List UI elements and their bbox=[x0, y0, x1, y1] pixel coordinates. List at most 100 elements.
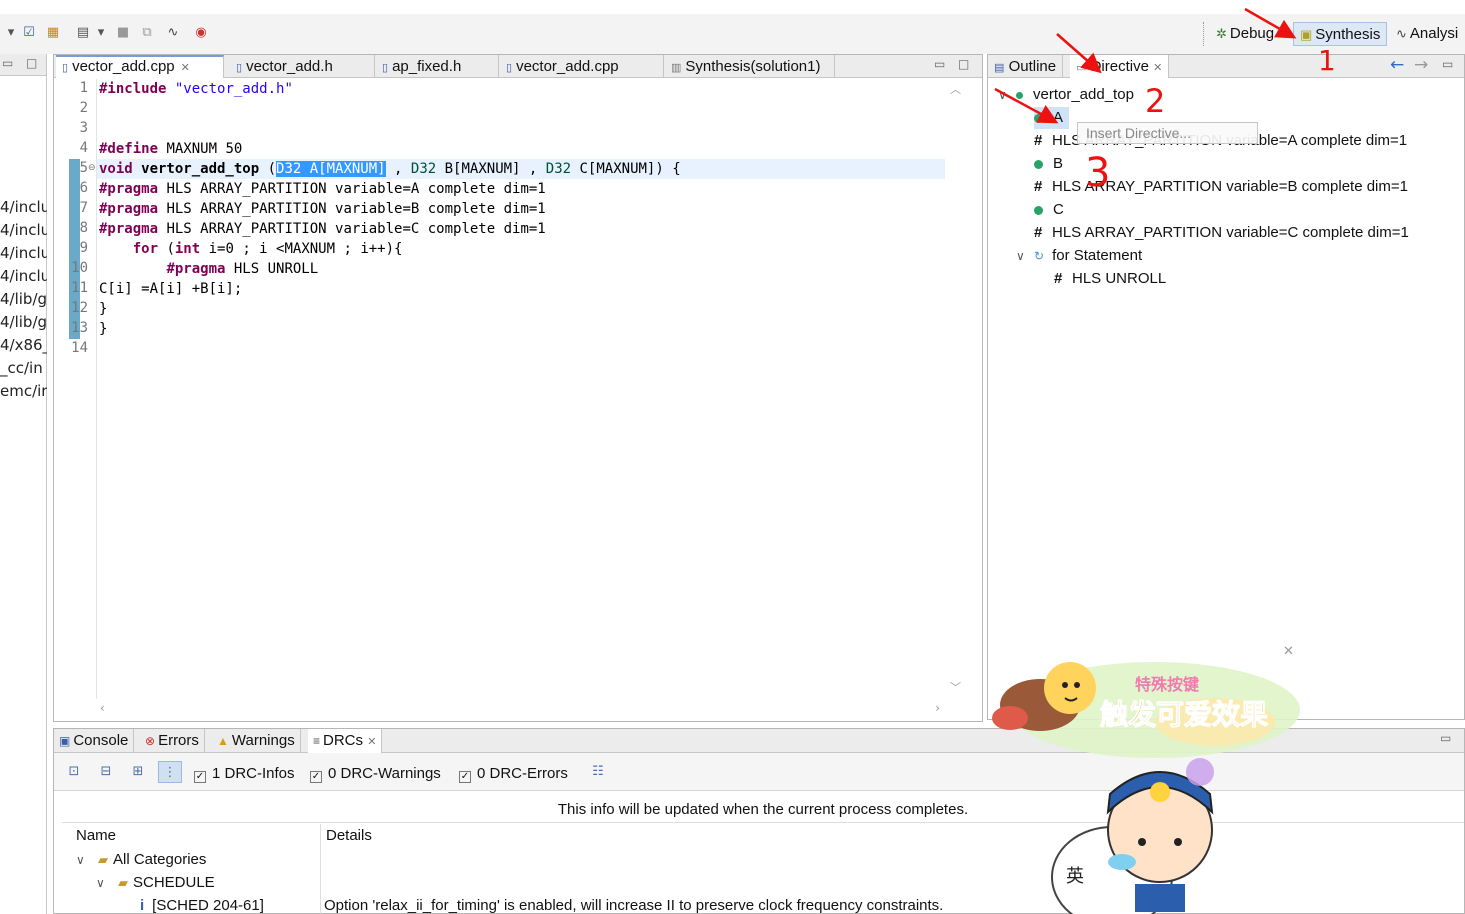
table-row[interactable]: i [SCHED 204-61] bbox=[140, 894, 264, 914]
tree-item-for-loop[interactable]: ∨ ↻ for Statement bbox=[1016, 245, 1142, 267]
checkbox-icon[interactable]: ✓ bbox=[459, 771, 471, 783]
code-line-4: #define MAXNUM 50 bbox=[99, 141, 243, 157]
editor-tab-vector-add-cpp[interactable]: ▯ vector_add.cpp ✕ bbox=[56, 55, 224, 78]
tree-root-function[interactable]: ∨ vertor_add_top bbox=[998, 84, 1134, 106]
code-line-9: for (int i=0 ; i <MAXNUM ; i++){ bbox=[132, 241, 403, 257]
expand-all-icon[interactable]: ⊞ bbox=[126, 761, 150, 783]
code-area[interactable]: #include "vector_add.h" #define MAXNUM 5… bbox=[96, 79, 948, 699]
fold-collapse-icon[interactable]: ⊖ bbox=[88, 163, 96, 173]
directive-panel: ▤ Outline ▭ Directive ✕ ← → ▭ ∨ vertor_ad… bbox=[987, 54, 1465, 720]
explorer-panel: ▭ □ 4/inclu 4/inclu 4/inclu 4/inclu 4/li… bbox=[0, 54, 47, 914]
chevron-down-icon[interactable]: ∨ bbox=[96, 872, 118, 895]
vertical-scrollbar[interactable]: ︿ ﹀ bbox=[948, 79, 962, 699]
hierarchy-icon[interactable]: ⋮ bbox=[158, 761, 182, 783]
explorer-item[interactable]: 4/lib/g bbox=[0, 313, 47, 331]
explorer-panel-header: ▭ □ bbox=[0, 54, 46, 76]
minimize-icon[interactable]: ▭ bbox=[934, 57, 945, 71]
maximize-icon[interactable]: □ bbox=[958, 57, 969, 71]
checklist-icon[interactable]: ☑ bbox=[20, 24, 38, 42]
tab-console[interactable]: ▣ Console bbox=[54, 729, 135, 753]
column-header-details[interactable]: Details bbox=[326, 824, 372, 848]
explorer-item[interactable]: _cc/in bbox=[0, 359, 47, 377]
chevron-down-icon[interactable]: ∨ bbox=[1016, 245, 1034, 267]
filter-drc-warnings[interactable]: ✓ 0 DRC-Warnings bbox=[310, 765, 441, 783]
maximize-icon[interactable]: □ bbox=[26, 56, 37, 70]
horizontal-scrollbar[interactable]: ‹ › bbox=[96, 701, 948, 717]
column-header-name[interactable]: Name bbox=[76, 824, 116, 848]
close-icon[interactable]: ✕ bbox=[367, 736, 376, 748]
editor-tab-vector-add-h[interactable]: ▯ vector_add.h bbox=[230, 55, 375, 78]
line-number: 13 bbox=[71, 320, 88, 336]
tree-item-variable-a[interactable]: A bbox=[1034, 107, 1070, 129]
perspective-synthesis[interactable]: ▣ Synthesis bbox=[1293, 22, 1388, 46]
chevron-down-icon[interactable]: ∨ bbox=[76, 849, 98, 872]
help-icon[interactable]: ◉ bbox=[192, 24, 210, 42]
column-divider bbox=[320, 824, 321, 914]
checkbox-icon[interactable]: ✓ bbox=[310, 771, 322, 783]
filter-drc-errors[interactable]: ✓ 0 DRC-Errors bbox=[459, 765, 568, 783]
bug-icon: ✲ bbox=[1216, 26, 1227, 41]
explorer-item[interactable]: emc/ir bbox=[0, 382, 47, 400]
checkbox-icon[interactable]: ✓ bbox=[194, 771, 206, 783]
perspective-debug[interactable]: ✲ Debug bbox=[1210, 22, 1280, 46]
explorer-item[interactable]: 4/x86_ bbox=[0, 336, 47, 354]
tab-directive[interactable]: ▭ Directive ✕ bbox=[1070, 55, 1170, 78]
minimize-icon[interactable]: ▭ bbox=[2, 56, 13, 70]
analysis-icon[interactable]: ∿ bbox=[164, 24, 182, 42]
tree-item-variable-b[interactable]: B bbox=[1034, 153, 1063, 175]
explorer-item[interactable]: 4/inclu bbox=[0, 198, 47, 216]
close-icon[interactable]: ✕ bbox=[1153, 62, 1162, 74]
banner-caption: 特殊按键 bbox=[1135, 675, 1199, 694]
editor-tab-ap-fixed-h[interactable]: ▯ ap_fixed.h bbox=[376, 55, 499, 78]
forward-arrow-icon[interactable]: → bbox=[1414, 55, 1428, 75]
editor-tab-vector-add-cpp-2[interactable]: ▯ vector_add.cpp bbox=[500, 55, 664, 78]
text-selection: D32 A[MAXNUM] bbox=[276, 161, 386, 177]
explorer-item[interactable]: 4/inclu bbox=[0, 244, 47, 262]
minimize-icon[interactable]: ▭ bbox=[1440, 731, 1451, 745]
tab-drcs[interactable]: ≡ DRCs ✕ bbox=[308, 729, 383, 753]
function-icon bbox=[1016, 91, 1023, 99]
insert-directive-tooltip[interactable]: Insert Directive... bbox=[1077, 122, 1258, 144]
grid-icon[interactable]: ▦ bbox=[44, 24, 62, 42]
editor-tab-bar: ▯ vector_add.cpp ✕ ▯ vector_add.h ▯ ap_fixed… bbox=[54, 55, 982, 78]
scroll-left-icon[interactable]: ‹ bbox=[100, 701, 105, 715]
chevron-down-icon[interactable]: ∨ bbox=[998, 84, 1016, 106]
folder-icon: ▰ bbox=[118, 875, 128, 890]
dropdown-arrow-icon[interactable]: ▾ bbox=[2, 24, 20, 42]
file-icon[interactable]: ▤ bbox=[74, 24, 92, 42]
compare-icon[interactable]: ⧉ bbox=[138, 24, 156, 42]
code-line-10: #pragma HLS UNROLL bbox=[166, 261, 319, 277]
report-icon: ▥ bbox=[671, 62, 682, 74]
scroll-down-icon[interactable]: ﹀ bbox=[950, 679, 961, 695]
filter-drc-infos[interactable]: ✓ 1 DRC-Infos bbox=[194, 765, 295, 783]
scroll-right-icon[interactable]: › bbox=[935, 701, 940, 715]
tree-item-directive[interactable]: # HLS UNROLL bbox=[1054, 268, 1166, 290]
scroll-up-icon[interactable]: ︿ bbox=[950, 81, 961, 97]
table-row[interactable]: ∨ ▰ All Categories bbox=[76, 848, 206, 871]
collapse-all-icon[interactable]: ⊟ bbox=[94, 761, 118, 783]
explorer-item[interactable]: 4/inclu bbox=[0, 221, 47, 239]
perspective-analysis[interactable]: ∿ Analysi bbox=[1390, 22, 1464, 46]
tab-warnings[interactable]: ▲ Warnings bbox=[212, 729, 301, 753]
tree-item-variable-c[interactable]: C bbox=[1034, 199, 1064, 221]
explorer-item[interactable]: 4/lib/g bbox=[0, 290, 47, 308]
code-line-11: C[i] =A[i] +B[i]; bbox=[99, 281, 243, 297]
stop-icon[interactable]: ■ bbox=[114, 24, 132, 42]
line-number: 10 bbox=[71, 260, 88, 276]
close-icon[interactable]: ✕ bbox=[181, 62, 190, 74]
tree-item-directive[interactable]: # HLS ARRAY_PARTITION variable=C complete… bbox=[1034, 222, 1409, 244]
directive-panel-tabs: ▤ Outline ▭ Directive ✕ ← → ▭ bbox=[988, 55, 1464, 78]
editor-tab-synthesis-report[interactable]: ▥ Synthesis(solution1) bbox=[665, 55, 835, 78]
tab-outline[interactable]: ▤ Outline bbox=[988, 55, 1064, 78]
close-icon[interactable]: ✕ bbox=[1283, 644, 1294, 659]
explorer-item[interactable]: 4/inclu bbox=[0, 267, 47, 285]
filter-settings-icon[interactable]: ☷ bbox=[586, 761, 610, 783]
warning-icon: ▲ bbox=[217, 734, 229, 748]
zoom-icon[interactable]: ⊡ bbox=[62, 761, 86, 783]
dropdown-arrow-icon[interactable]: ▾ bbox=[92, 24, 110, 42]
minimize-icon[interactable]: ▭ bbox=[1442, 57, 1453, 71]
table-row[interactable]: ∨ ▰ SCHEDULE bbox=[96, 871, 215, 894]
back-arrow-icon[interactable]: ← bbox=[1390, 55, 1404, 75]
tree-item-directive[interactable]: # HLS ARRAY_PARTITION variable=B complete… bbox=[1034, 176, 1408, 198]
tab-errors[interactable]: ⊗ Errors bbox=[140, 729, 205, 753]
